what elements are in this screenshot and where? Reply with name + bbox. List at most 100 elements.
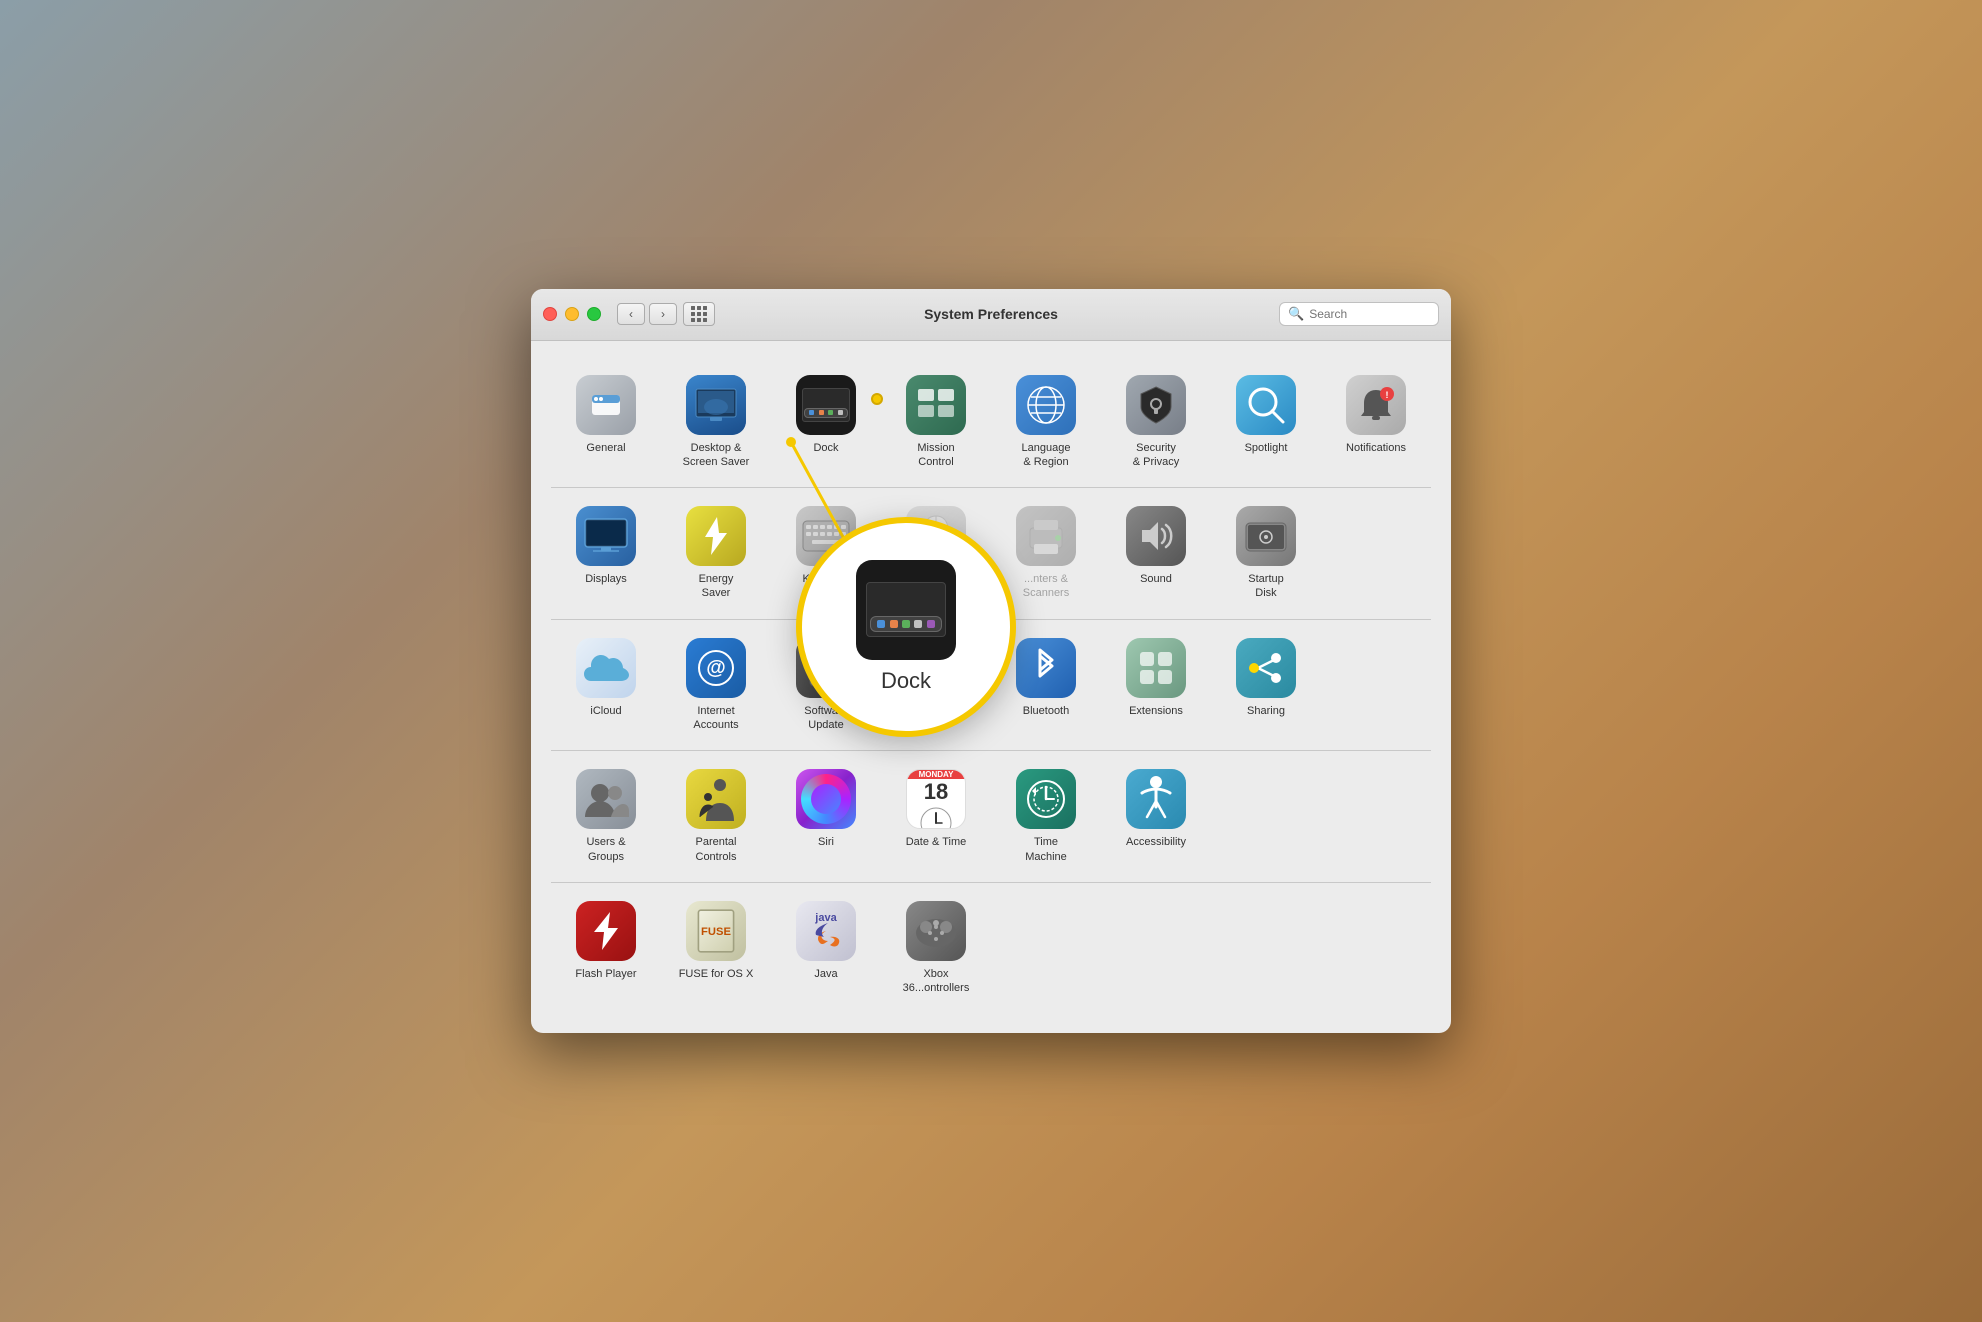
nav-buttons: ‹ › [617,303,677,325]
fuse-icon: FUSE [686,901,746,961]
section-personal: General Desktop &Screen Saver [551,357,1431,489]
traffic-lights [543,307,601,321]
system-preferences-window: ‹ › System Preferences 🔍 [531,289,1451,1034]
spotlight-icon [1236,375,1296,435]
pref-fuse[interactable]: FUSE FUSE for OS X [661,891,771,1006]
security-icon [1126,375,1186,435]
date-time-icon: MONDAY 18 [906,769,966,829]
users-groups-icon [576,769,636,829]
xbox-icon [906,901,966,961]
search-input[interactable] [1309,307,1430,321]
icloud-label: iCloud [590,704,621,718]
sound-icon [1126,506,1186,566]
fuse-label: FUSE for OS X [679,967,754,981]
mission-control-icon [906,375,966,435]
search-icon: 🔍 [1288,306,1304,322]
java-label: Java [814,967,837,981]
dock-connector-dot [871,393,883,405]
pref-language[interactable]: Language& Region [991,365,1101,480]
dock-highlight-label: Dock [881,668,931,694]
dock-big-icon [856,560,956,660]
displays-icon [576,506,636,566]
displays-label: Displays [585,572,627,586]
pref-icloud[interactable]: iCloud [551,628,661,743]
pref-spotlight[interactable]: Spotlight [1211,365,1321,480]
section-other: Flash Player FUSE FUSE for OS X [551,883,1431,1014]
date-time-label: Date & Time [906,835,967,849]
language-icon [1016,375,1076,435]
pref-startup[interactable]: StartupDisk [1211,496,1321,611]
general-icon [576,375,636,435]
pref-xbox[interactable]: Xbox 36...ontrollers [881,891,991,1006]
pref-internet-accounts[interactable]: @ InternetAccounts [661,628,771,743]
accessibility-icon [1126,769,1186,829]
flash-icon [576,901,636,961]
pref-users-groups[interactable]: Users &Groups [551,759,661,874]
grid-view-button[interactable] [683,302,715,326]
xbox-label: Xbox 36...ontrollers [889,967,983,996]
startup-label: StartupDisk [1248,572,1283,601]
dock-label: Dock [813,441,838,455]
time-machine-label: TimeMachine [1025,835,1067,864]
back-button[interactable]: ‹ [617,303,645,325]
flash-label: Flash Player [575,967,636,981]
bluetooth-icon [1016,638,1076,698]
users-groups-label: Users &Groups [586,835,625,864]
pref-dock[interactable]: Dock [771,365,881,480]
sharing-icon [1236,638,1296,698]
pref-siri[interactable]: Siri [771,759,881,874]
accessibility-label: Accessibility [1126,835,1186,849]
parental-icon [686,769,746,829]
siri-label: Siri [818,835,834,849]
dock-icon [796,375,856,435]
pref-java[interactable]: java Java [771,891,881,1006]
java-icon: java [796,901,856,961]
time-machine-icon [1016,769,1076,829]
printers-label: ...nters &Scanners [1023,572,1069,601]
minimize-button[interactable] [565,307,579,321]
siri-icon [796,769,856,829]
pref-date-time[interactable]: MONDAY 18 Date & Time [881,759,991,874]
maximize-button[interactable] [587,307,601,321]
preferences-content: Dock General [531,341,1451,1034]
pref-energy[interactable]: EnergySaver [661,496,771,611]
icloud-icon [576,638,636,698]
dock-highlight-circle: Dock [796,517,1016,737]
pref-notifications[interactable]: ! Notifications [1321,365,1431,480]
printers-icon [1016,506,1076,566]
internet-accounts-icon: @ [686,638,746,698]
energy-icon [686,506,746,566]
extensions-icon [1126,638,1186,698]
language-label: Language& Region [1022,441,1071,470]
desktop-label: Desktop &Screen Saver [683,441,750,470]
internet-accounts-label: InternetAccounts [693,704,738,733]
startup-icon [1236,506,1296,566]
parental-label: ParentalControls [696,835,737,864]
pref-accessibility[interactable]: Accessibility [1101,759,1211,874]
pref-time-machine[interactable]: TimeMachine [991,759,1101,874]
svg-text:!: ! [1386,390,1389,400]
close-button[interactable] [543,307,557,321]
pref-security[interactable]: Security& Privacy [1101,365,1211,480]
pref-sound[interactable]: Sound [1101,496,1211,611]
window-title: System Preferences [924,306,1058,322]
bluetooth-label: Bluetooth [1023,704,1069,718]
pref-desktop[interactable]: Desktop &Screen Saver [661,365,771,480]
titlebar: ‹ › System Preferences 🔍 [531,289,1451,341]
pref-general[interactable]: General [551,365,661,480]
search-box[interactable]: 🔍 [1279,302,1439,326]
energy-label: EnergySaver [699,572,734,601]
pref-extensions[interactable]: Extensions [1101,628,1211,743]
pref-parental[interactable]: ParentalControls [661,759,771,874]
pref-flash[interactable]: Flash Player [551,891,661,1006]
pref-mission-control[interactable]: MissionControl [881,365,991,480]
pref-displays[interactable]: Displays [551,496,661,611]
forward-button[interactable]: › [649,303,677,325]
sections-wrapper: Dock General [551,357,1431,1014]
svg-text:@: @ [706,657,726,679]
extensions-label: Extensions [1129,704,1183,718]
pref-sharing[interactable]: Sharing [1211,628,1321,743]
general-label: General [586,441,625,455]
mission-control-label: MissionControl [917,441,954,470]
notifications-label: Notifications [1346,441,1406,455]
